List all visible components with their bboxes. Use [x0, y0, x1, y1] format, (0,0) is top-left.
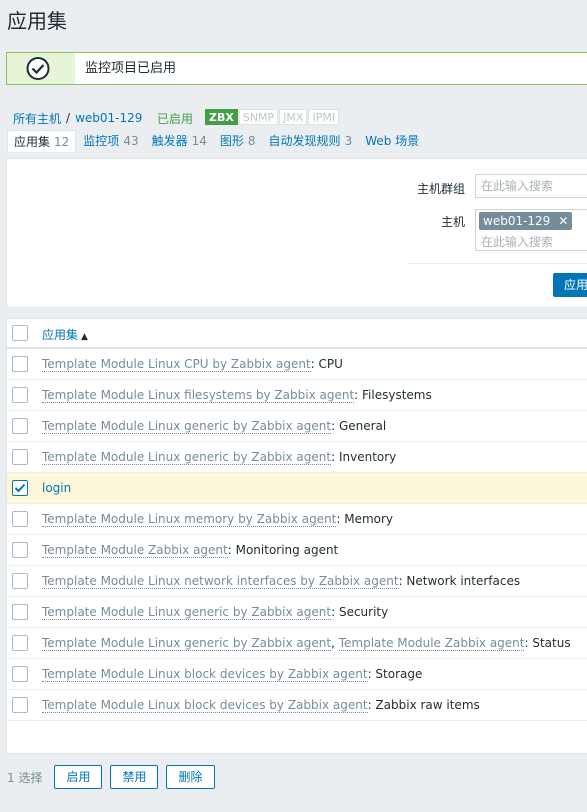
template-link[interactable]: Template Module Linux block devices by Z… [42, 667, 368, 682]
row-checkbox[interactable] [12, 604, 28, 620]
success-message: 监控项目已启用 [6, 52, 587, 85]
table-row: Template Module Linux filesystems by Zab… [7, 380, 587, 411]
page-title: 应用集 [7, 9, 67, 33]
host-tabs: 应用集 12 监控项 43 触发器 14 图形 8 自动发现规则 3 Web 场景 [7, 130, 426, 152]
application-name: Storage [375, 667, 423, 681]
badge-ipmi: IPMI [308, 109, 340, 125]
host-label: 主机 [441, 215, 466, 229]
template-link[interactable]: Template Module Linux generic by Zabbix … [42, 605, 332, 620]
table-header: 应用集 ▲ [7, 319, 587, 349]
template-link[interactable]: Template Module Zabbix agent [42, 543, 228, 558]
application-name: CPU [318, 357, 343, 371]
sort-by-application[interactable]: 应用集 ▲ [42, 326, 88, 343]
delete-button[interactable]: 删除 [166, 765, 215, 789]
row-checkbox[interactable] [12, 449, 28, 465]
success-message-text: 监控项目已启用 [75, 53, 587, 84]
applications-table: 应用集 ▲ Template Module Linux CPU by Zabbix… [6, 318, 587, 754]
host-multiselect[interactable]: web01-129 ✕ 在此输入搜索 [475, 209, 587, 251]
select-all-checkbox[interactable] [12, 325, 28, 341]
application-name: Security [338, 605, 389, 619]
application-name: Zabbix raw items [375, 698, 480, 712]
host-chip: web01-129 ✕ [479, 212, 573, 230]
application-name: Network interfaces [406, 574, 521, 588]
table-row: Template Module Linux block devices by Z… [7, 690, 587, 721]
breadcrumb-separator: / [66, 111, 71, 125]
row-checkbox[interactable] [12, 480, 28, 496]
application-name: Monitoring agent [235, 543, 339, 557]
badge-zbx: ZBX [205, 109, 238, 125]
tab-items[interactable]: 监控项 43 [77, 130, 144, 152]
table-row: login [7, 473, 587, 504]
application-name: General [338, 419, 387, 433]
table-row: Template Module Linux CPU by Zabbix agen… [7, 349, 587, 380]
row-checkbox[interactable] [12, 542, 28, 558]
table-row: Template Module Linux block devices by Z… [7, 659, 587, 690]
availability-badges: ZBX SNMP JMX IPMI [205, 109, 340, 125]
enable-button[interactable]: 启用 [54, 765, 103, 789]
table-row: Template Module Linux generic by Zabbix … [7, 628, 587, 659]
checkmark-icon [14, 483, 26, 493]
table-row: Template Module Linux network interfaces… [7, 566, 587, 597]
table-row: Template Module Zabbix agent: Monitoring… [7, 535, 587, 566]
row-checkbox[interactable] [12, 666, 28, 682]
application-name: Filesystems [362, 388, 432, 402]
apply-filter-button[interactable]: 应用 [553, 273, 587, 297]
host-group-input[interactable]: 在此输入搜索 [475, 174, 587, 198]
host-group-label: 主机群组 [417, 182, 466, 196]
badge-snmp: SNMP [238, 109, 279, 125]
application-name: Status [532, 636, 571, 650]
tab-applications[interactable]: 应用集 12 [7, 130, 77, 152]
application-name-link[interactable]: login [42, 481, 71, 495]
selected-count: 1 选择 [7, 770, 43, 785]
host-status-enabled[interactable]: 已启用 [157, 110, 193, 127]
table-row: Template Module Linux generic by Zabbix … [7, 442, 587, 473]
breadcrumb-host[interactable]: web01-129 [75, 111, 142, 125]
table-row: Template Module Linux generic by Zabbix … [7, 411, 587, 442]
disable-button[interactable]: 禁用 [110, 765, 159, 789]
host-search-input[interactable]: 在此输入搜索 [481, 233, 553, 250]
filter-panel: 主机群组 在此输入搜索 主机 web01-129 ✕ 在此输入搜索 应用 [6, 158, 587, 308]
table-row: Template Module Linux generic by Zabbix … [7, 597, 587, 628]
host-chip-label: web01-129 [483, 214, 551, 228]
check-circle-icon [7, 53, 69, 84]
remove-chip-icon[interactable]: ✕ [558, 212, 568, 230]
breadcrumb-all-hosts[interactable]: 所有主机 [13, 110, 61, 127]
template-link[interactable]: Template Module Linux block devices by Z… [42, 698, 368, 713]
row-checkbox[interactable] [12, 511, 28, 527]
application-name: Memory [344, 512, 394, 526]
breadcrumb: 所有主机 / web01-129 [13, 110, 142, 126]
row-checkbox[interactable] [12, 697, 28, 713]
template-link[interactable]: Template Module Linux generic by Zabbix … [42, 450, 332, 465]
badge-jmx: JMX [279, 109, 308, 125]
tab-web-scenarios[interactable]: Web 场景 [359, 130, 425, 152]
template-link[interactable]: Template Module Linux CPU by Zabbix agen… [42, 357, 311, 372]
action-footer: 1 选择 启用 禁用 删除 [7, 765, 223, 789]
template-link[interactable]: Template Module Linux network interfaces… [42, 574, 399, 589]
template-link[interactable]: Template Module Linux generic by Zabbix … [42, 636, 332, 651]
application-name: Inventory [338, 450, 397, 464]
template-link[interactable]: Template Module Zabbix agent [338, 636, 525, 651]
tab-triggers[interactable]: 触发器 14 [146, 130, 213, 152]
template-link[interactable]: Template Module Linux generic by Zabbix … [42, 419, 332, 434]
row-checkbox[interactable] [12, 387, 28, 403]
sort-asc-icon: ▲ [81, 332, 88, 342]
template-link[interactable]: Template Module Linux memory by Zabbix a… [42, 512, 337, 527]
row-checkbox[interactable] [12, 356, 28, 372]
tab-graphs[interactable]: 图形 8 [214, 130, 262, 152]
template-link[interactable]: Template Module Linux filesystems by Zab… [42, 388, 355, 403]
tab-discovery-rules[interactable]: 自动发现规则 3 [263, 130, 359, 152]
row-checkbox[interactable] [12, 573, 28, 589]
row-checkbox[interactable] [12, 418, 28, 434]
filter-divider [407, 263, 587, 264]
row-checkbox[interactable] [12, 635, 28, 651]
table-row: Template Module Linux memory by Zabbix a… [7, 504, 587, 535]
